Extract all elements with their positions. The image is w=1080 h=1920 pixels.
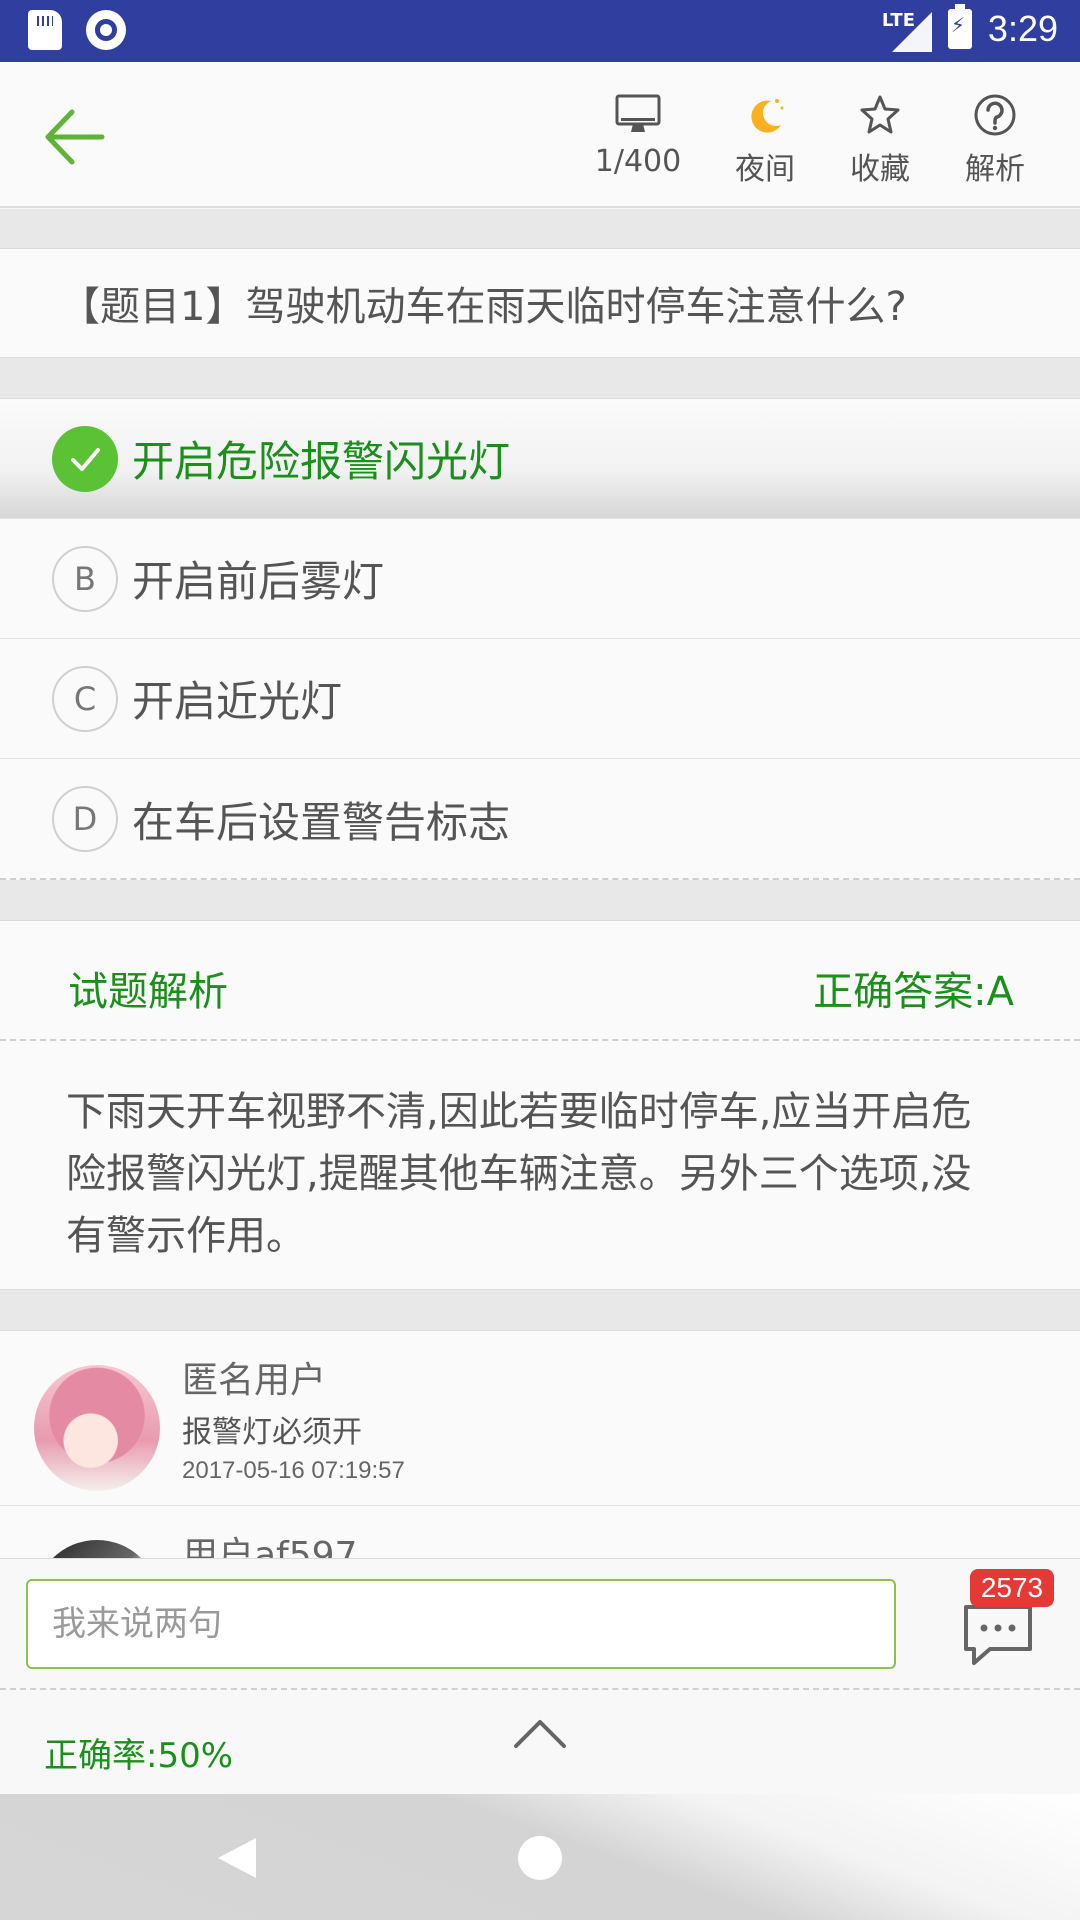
star-icon [860,95,900,134]
option-a[interactable]: 开启危险报警闪光灯 [0,399,1080,519]
comment-user: 用户af597 [182,1535,358,1560]
favorite-button[interactable]: 收藏 [825,90,935,190]
comment-input[interactable] [26,1579,896,1669]
battery-charging-icon [947,4,972,49]
comment-user: 匿名用户 [182,1360,327,1401]
comment-time: 2017-05-16 07:19:57 [182,1457,405,1484]
night-mode-button[interactable]: 夜间 [710,90,820,190]
nav-home-button[interactable] [518,1836,562,1880]
comment-list: 匿名用户 报警灯必须开 2017-05-16 07:19:57 用户af597 [0,1330,1080,1560]
chat-bubble-icon [964,1605,1032,1665]
arrow-left-icon [45,109,105,165]
question-circle-icon [974,94,1016,136]
progress-label: 1/400 [594,144,682,179]
separator [0,209,1080,248]
options-list: 开启危险报警闪光灯 B 开启前后雾灯 C 开启近光灯 D 在车后设置警告标志 [0,398,1080,880]
chevron-up-icon [514,1720,566,1748]
check-icon [52,425,118,492]
avatar[interactable] [34,1540,160,1560]
explain-button[interactable]: 解析 [940,90,1050,190]
favorite-label: 收藏 [850,152,910,187]
analysis-header: 试题解析 正确答案:A [0,921,1080,1041]
separator [0,880,1080,920]
record-icon [86,10,126,50]
progress-button[interactable]: 1/400 [583,90,693,190]
comment-item[interactable]: 用户af597 [0,1506,1080,1560]
night-label: 夜间 [735,152,795,187]
separator [0,1290,1080,1330]
triangle-back-icon [218,1838,256,1878]
comment-text: 报警灯必须开 [182,1415,362,1450]
monitor-icon [615,94,661,132]
expand-button[interactable] [510,1710,570,1760]
question-text: 【题目1】驾驶机动车在雨天临时停车注意什么? [0,248,1080,358]
analysis-body: 下雨天开车视野不清,因此若要临时停车,应当开启危险报警闪光灯,提醒其他车辆注意。… [66,1089,972,1259]
toolbar: 1/400 夜间 收藏 解析 [0,62,1080,208]
option-b[interactable]: B 开启前后雾灯 [0,519,1080,639]
accuracy-rate: 正确率:50% [44,1736,234,1776]
sd-card-icon [28,10,62,50]
back-button[interactable] [40,102,110,172]
option-c[interactable]: C 开启近光灯 [0,639,1080,759]
bottom-info: 正确率:50% [0,1690,1080,1794]
signal-icon: LTE [882,6,932,52]
status-bar: LTE 3:29 [0,0,1080,62]
analysis-panel: 试题解析 正确答案:A 下雨天开车视野不清,因此若要临时停车,应当开启危险报警闪… [0,920,1080,1290]
comment-item[interactable]: 匿名用户 报警灯必须开 2017-05-16 07:19:57 [0,1331,1080,1506]
nav-back-button[interactable] [214,1834,260,1882]
message-count-badge: 2573 [970,1569,1054,1607]
option-d-letter: D [52,786,118,852]
option-a-text: 开启危险报警闪光灯 [132,437,511,486]
messages-button[interactable] [960,1597,1036,1669]
avatar[interactable] [34,1365,160,1491]
option-c-letter: C [52,665,118,732]
option-d[interactable]: D 在车后设置警告标志 [0,759,1080,879]
status-time: 3:29 [987,8,1058,49]
explain-label: 解析 [965,152,1025,187]
separator [0,358,1080,398]
correct-answer: 正确答案:A [813,969,1014,1015]
option-c-text: 开启近光灯 [132,677,343,726]
comment-input-bar: 2573 [0,1558,1080,1690]
analysis-title: 试题解析 [68,969,228,1015]
moon-icon [751,99,784,133]
option-d-text: 在车后设置警告标志 [132,797,511,847]
option-b-text: 开启前后雾灯 [132,557,385,606]
system-nav-bar [0,1794,1080,1920]
option-b-letter: B [52,545,118,612]
